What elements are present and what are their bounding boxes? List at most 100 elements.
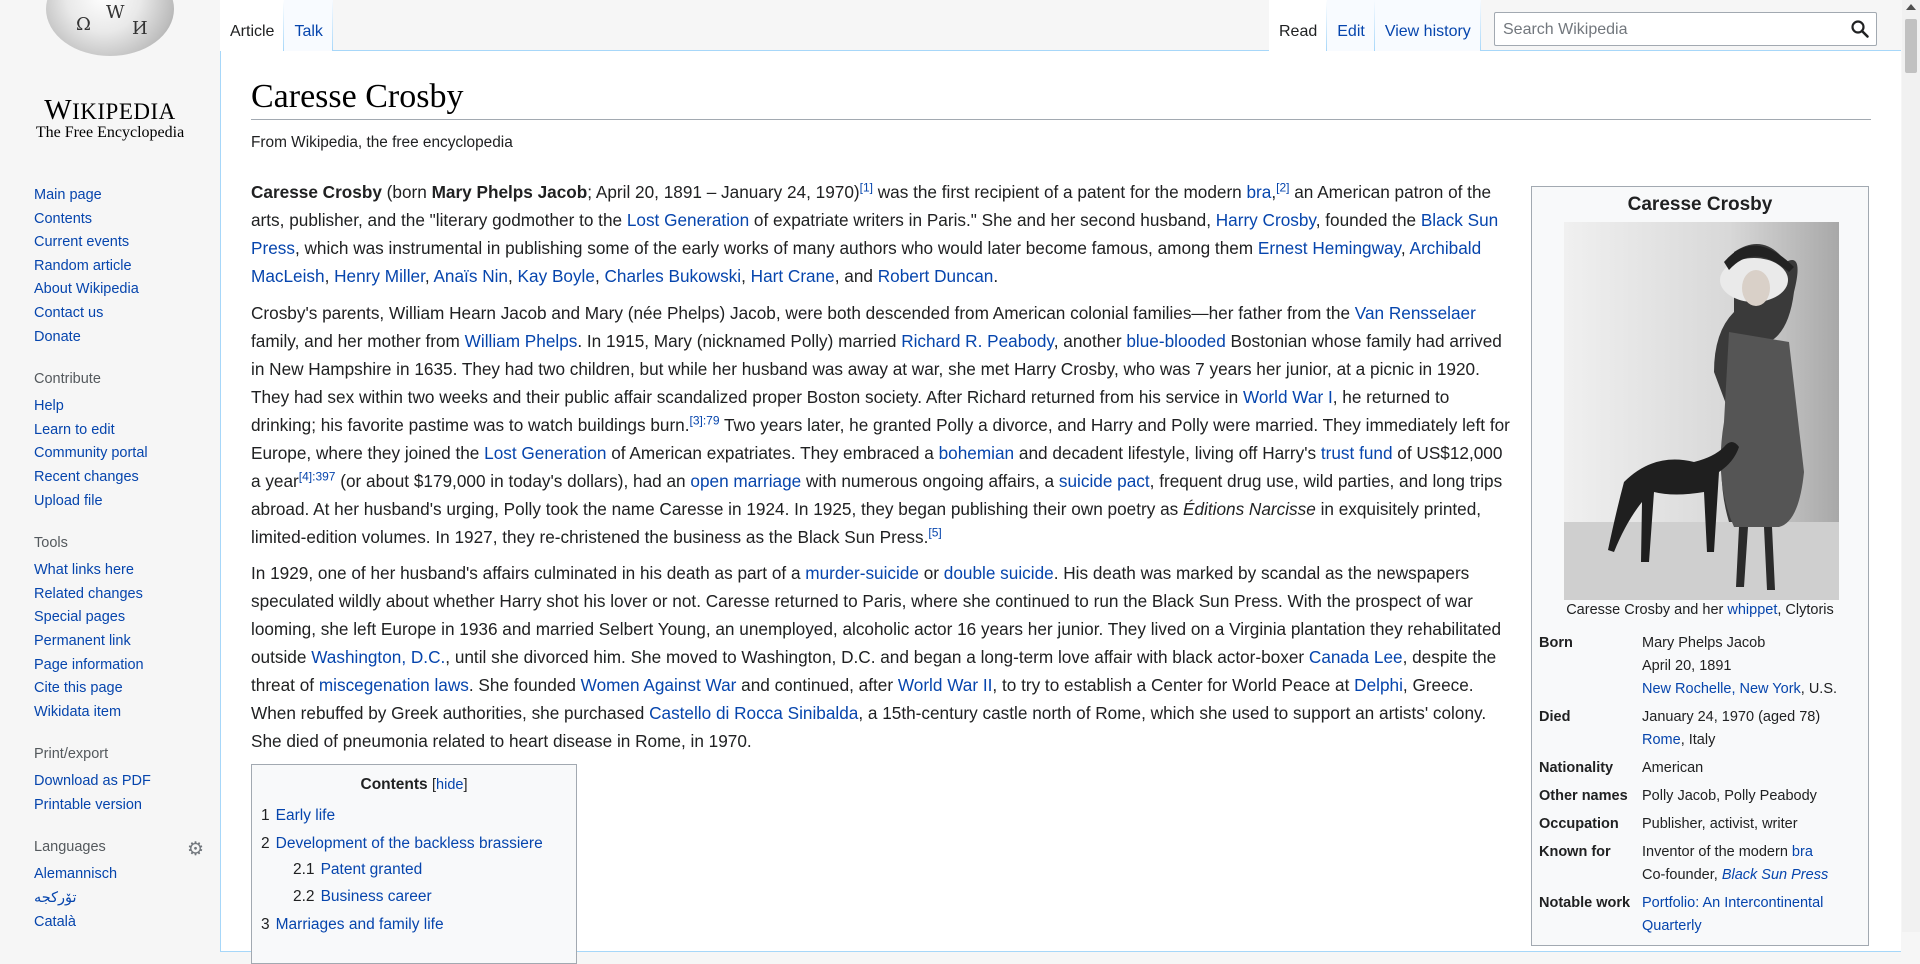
- article-link[interactable]: Ernest Hemingway: [1258, 238, 1401, 258]
- text-run: family, and her mother from: [251, 330, 465, 351]
- toc-link[interactable]: Development of the backless brassiere: [276, 835, 543, 852]
- sidebar-item-language[interactable]: Alemannisch: [34, 863, 204, 887]
- toc-item[interactable]: 3 Marriages and family life: [261, 912, 444, 938]
- toc-hide-link[interactable]: hide: [436, 777, 463, 793]
- article-link[interactable]: Canada Lee: [1309, 647, 1403, 667]
- citation-ref[interactable]: [3]:79: [690, 413, 720, 427]
- article-link[interactable]: Lost Generation: [484, 443, 606, 463]
- sidebar-item-learn-to-edit[interactable]: Learn to edit: [34, 419, 204, 443]
- toc-item[interactable]: 2.2 Business career: [293, 884, 432, 910]
- article-link[interactable]: Anaïs Nin: [433, 266, 508, 286]
- article-link[interactable]: suicide pact: [1059, 471, 1150, 491]
- sidebar-item-community-portal[interactable]: Community portal: [34, 442, 204, 466]
- text-run: of American expatriates. They embraced a: [606, 442, 939, 463]
- tab-read[interactable]: Read: [1269, 0, 1328, 51]
- article-link[interactable]: Castello di Rocca Sinibalda: [649, 703, 858, 723]
- sidebar-item-current-events[interactable]: Current events: [34, 231, 204, 255]
- caption-text: , Clytoris: [1777, 602, 1834, 618]
- sidebar-item-contact[interactable]: Contact us: [34, 302, 204, 326]
- toc-link[interactable]: Marriages and family life: [276, 916, 444, 933]
- article-link[interactable]: Kay Boyle: [518, 266, 595, 286]
- sidebar-item-random-article[interactable]: Random article: [34, 255, 204, 279]
- known-link-bra[interactable]: bra: [1792, 844, 1813, 860]
- toc-link[interactable]: Early life: [276, 807, 335, 824]
- text-run: with numerous ongoing affairs, a: [801, 470, 1059, 491]
- article-link[interactable]: blue-blooded: [1126, 331, 1225, 351]
- sidebar-item-recent-changes[interactable]: Recent changes: [34, 466, 204, 490]
- sidebar-item-upload-file[interactable]: Upload file: [34, 490, 204, 514]
- article-link[interactable]: bohemian: [939, 443, 1015, 463]
- text-run: ; April 20, 1891 – January 24, 1970): [587, 182, 860, 202]
- article-link[interactable]: double suicide: [944, 563, 1054, 583]
- scrollbar-thumb[interactable]: [1905, 19, 1917, 73]
- citation-ref[interactable]: [5]: [928, 525, 941, 539]
- article-link[interactable]: trust fund: [1321, 443, 1393, 463]
- gear-icon[interactable]: ⚙: [187, 838, 204, 861]
- article-link[interactable]: William Phelps: [465, 331, 578, 351]
- tab-edit[interactable]: Edit: [1327, 0, 1375, 51]
- toc-link[interactable]: Patent granted: [321, 861, 423, 878]
- article-link[interactable]: Richard R. Peabody: [901, 331, 1054, 351]
- scroll-up-arrow-icon[interactable]: [1906, 4, 1916, 10]
- sidebar-item-printable-version[interactable]: Printable version: [34, 794, 204, 818]
- sidebar-item-cite-this-page[interactable]: Cite this page: [34, 677, 204, 701]
- citation-ref[interactable]: [2]: [1276, 180, 1289, 194]
- toc-item[interactable]: 1 Early life: [261, 803, 335, 829]
- sidebar-item-help[interactable]: Help: [34, 395, 204, 419]
- sidebar-item-donate[interactable]: Donate: [34, 326, 204, 350]
- toc-item[interactable]: 2.1 Patent granted: [293, 857, 422, 883]
- sidebar-item-language[interactable]: تۆرکجه: [34, 887, 204, 911]
- article-link[interactable]: World War II: [898, 675, 993, 695]
- infobox-value: American: [1642, 760, 1704, 776]
- sidebar-item-main-page[interactable]: Main page: [34, 184, 204, 208]
- died-place-link[interactable]: Rome: [1642, 732, 1681, 748]
- article-link[interactable]: Charles Bukowski: [605, 266, 742, 286]
- article-link[interactable]: miscegenation laws: [319, 675, 469, 695]
- sidebar-item-language[interactable]: Català: [34, 911, 204, 935]
- citation-ref[interactable]: [1]: [860, 180, 873, 194]
- toc-item[interactable]: 2 Development of the backless brassiere: [261, 831, 543, 857]
- sidebar-item-what-links-here[interactable]: What links here: [34, 559, 204, 583]
- tab-talk[interactable]: Talk: [284, 0, 333, 51]
- article-link[interactable]: bra: [1247, 182, 1272, 202]
- article-link[interactable]: Robert Duncan: [878, 266, 994, 286]
- search-input[interactable]: [1501, 14, 1845, 46]
- tab-view-history[interactable]: View history: [1374, 0, 1481, 51]
- tab-article[interactable]: Article: [220, 0, 285, 51]
- wikipedia-logo[interactable]: Ω W И WIKIPEDIA The Free Encyclopedia: [0, 0, 220, 145]
- toc-link[interactable]: Business career: [321, 888, 432, 905]
- toc-number: 2: [261, 835, 270, 852]
- article-link[interactable]: murder-suicide: [805, 563, 919, 583]
- text-run: ,: [741, 266, 751, 286]
- toc-hide-toggle[interactable]: [hide]: [432, 777, 467, 793]
- article-link[interactable]: Washington, D.C.: [311, 647, 445, 667]
- search-icon[interactable]: [1850, 19, 1870, 39]
- article-link[interactable]: Hart Crane: [751, 266, 835, 286]
- article-link[interactable]: open marriage: [690, 471, 801, 491]
- scrollbar[interactable]: [1902, 0, 1920, 932]
- sidebar-item-about[interactable]: About Wikipedia: [34, 278, 204, 302]
- article-link[interactable]: Van Rensselaer: [1355, 303, 1476, 323]
- sidebar-item-related-changes[interactable]: Related changes: [34, 583, 204, 607]
- sidebar-item-page-information[interactable]: Page information: [34, 654, 204, 678]
- article-link[interactable]: Lost Generation: [627, 210, 749, 230]
- caption-link-whippet[interactable]: whippet: [1727, 602, 1777, 618]
- notable-work-link[interactable]: Portfolio: An Intercontinental Quarterly: [1642, 895, 1823, 934]
- infobox-label: Known for: [1539, 844, 1611, 860]
- sidebar-item-download-pdf[interactable]: Download as PDF: [34, 770, 204, 794]
- portrait-photo[interactable]: [1564, 222, 1839, 600]
- text-run: ,: [594, 266, 605, 286]
- citation-ref[interactable]: [4]:397: [299, 469, 336, 483]
- article-link[interactable]: World War I: [1243, 387, 1333, 407]
- text-run: , and: [834, 266, 878, 286]
- born-place-link[interactable]: New Rochelle, New York: [1642, 681, 1801, 697]
- article-link[interactable]: Harry Crosby: [1216, 210, 1316, 230]
- article-link[interactable]: Women Against War: [581, 675, 737, 695]
- sidebar-item-special-pages[interactable]: Special pages: [34, 606, 204, 630]
- article-link[interactable]: Henry Miller: [334, 266, 425, 286]
- sidebar-item-permanent-link[interactable]: Permanent link: [34, 630, 204, 654]
- sidebar-item-wikidata-item[interactable]: Wikidata item: [34, 701, 204, 725]
- article-link[interactable]: Delphi: [1354, 675, 1403, 695]
- known-link-black-sun-press[interactable]: Black Sun Press: [1722, 867, 1828, 883]
- sidebar-item-contents[interactable]: Contents: [34, 208, 204, 232]
